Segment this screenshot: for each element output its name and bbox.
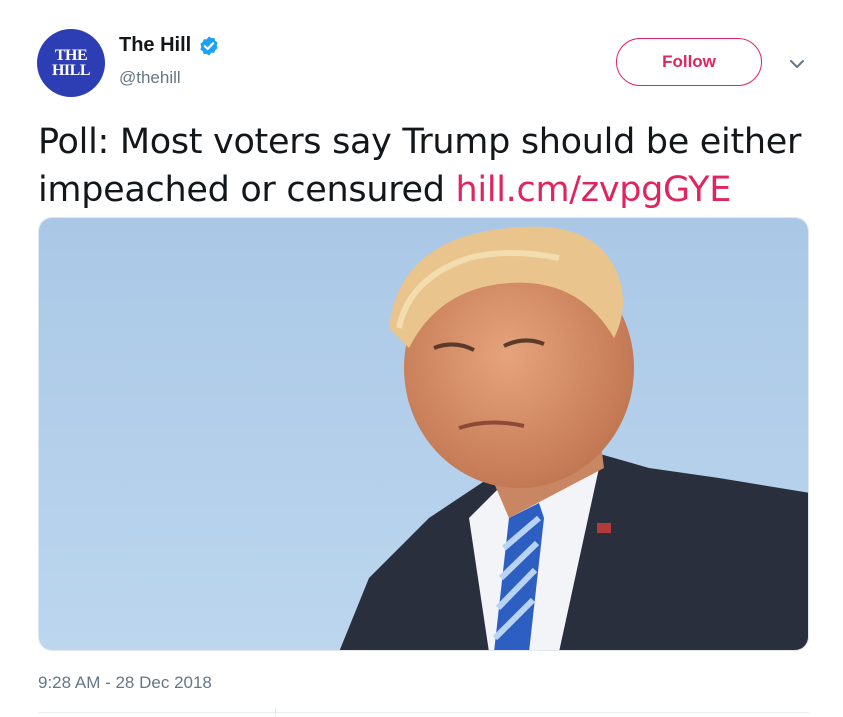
divider	[38, 712, 809, 713]
avatar-text-line1: THE	[54, 47, 88, 64]
avatar-text-line2: HILL	[51, 62, 91, 79]
photo-image	[39, 218, 808, 650]
tweet-text: Poll: Most voters say Trump should be ei…	[38, 118, 818, 214]
tweet-link[interactable]: hill.cm/zvpgGYE	[456, 170, 732, 210]
tweet-card: THE HILL The Hill @thehill Follow Poll: …	[0, 0, 843, 717]
tweet-timestamp[interactable]: 9:28 AM - 28 Dec 2018	[38, 673, 212, 693]
divider-tick	[275, 708, 276, 717]
avatar[interactable]: THE HILL	[37, 29, 105, 97]
name-row: The Hill	[119, 34, 220, 57]
handle[interactable]: @thehill	[119, 68, 181, 88]
tweet-photo[interactable]	[38, 217, 809, 651]
display-name[interactable]: The Hill	[119, 34, 191, 57]
follow-button[interactable]: Follow	[616, 38, 762, 86]
verified-badge-icon	[200, 35, 218, 56]
chevron-down-icon[interactable]	[787, 54, 807, 74]
